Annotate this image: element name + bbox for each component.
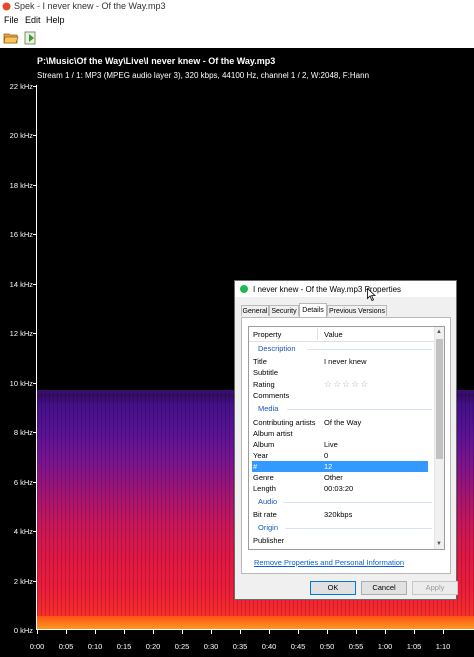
x-axis-label: 0:10 (87, 642, 103, 651)
dialog-titlebar[interactable]: I never knew - Of the Way.mp3 Properties (235, 281, 456, 297)
stream-info: Stream 1 / 1: MP3 (MPEG audio layer 3), … (37, 71, 370, 80)
x-axis-label: 0:00 (29, 642, 45, 651)
list-header: Property Value (249, 327, 436, 342)
section-description: Description (258, 344, 296, 353)
dialog-title: I never knew - Of the Way.mp3 Properties (253, 285, 402, 294)
column-value[interactable]: Value (324, 330, 343, 339)
list-item[interactable]: Length 00:03:20 (249, 483, 436, 494)
mouse-cursor-icon (367, 288, 376, 301)
cancel-button[interactable]: Cancel (361, 581, 407, 595)
y-axis-label: 10 kHz (9, 379, 33, 388)
scroll-up-icon[interactable]: ▲ (436, 329, 442, 335)
menu-file[interactable]: File (4, 15, 19, 25)
x-axis-label: 1:00 (377, 642, 393, 651)
list-item[interactable]: Genre Other (249, 472, 436, 483)
y-axis-label: 2 kHz (13, 577, 33, 586)
x-axis-label: 0:25 (174, 642, 190, 651)
ok-button[interactable]: OK (310, 581, 356, 595)
x-axis-label: 0:20 (145, 642, 161, 651)
y-axis-label: 8 kHz (13, 428, 33, 437)
details-panel: Property Value Description Title I never … (241, 317, 451, 574)
x-axis-label: 0:15 (116, 642, 132, 651)
y-axis-label: 4 kHz (13, 527, 33, 536)
list-item[interactable]: Bit rate 320kbps (249, 509, 436, 520)
y-axis-label: 22 kHz (9, 82, 33, 91)
y-axis-label: 18 kHz (9, 181, 33, 190)
folder-open-icon[interactable] (3, 30, 19, 45)
remove-properties-link[interactable]: Remove Properties and Personal Informati… (254, 558, 404, 567)
menu-help[interactable]: Help (46, 15, 65, 25)
x-axis-label: 0:40 (261, 642, 277, 651)
properties-dialog: I never knew - Of the Way.mp3 Properties… (234, 280, 458, 600)
menu-bar: File Edit Help (0, 13, 474, 27)
list-item[interactable]: Comments (249, 390, 436, 401)
toolbar (0, 27, 474, 49)
x-axis-label: 0:50 (319, 642, 335, 651)
tab-details[interactable]: Details (299, 303, 327, 317)
x-axis-label: 0:45 (290, 642, 306, 651)
list-item[interactable]: Publisher (249, 535, 436, 546)
column-property[interactable]: Property (253, 330, 281, 339)
x-axis-label: 0:55 (348, 642, 364, 651)
section-audio: Audio (258, 497, 278, 506)
section-media: Media (258, 404, 279, 413)
window-titlebar: Spek - I never knew - Of the Way.mp3 (0, 0, 474, 13)
spotify-file-icon (240, 285, 248, 293)
spek-app-icon (2, 2, 11, 11)
list-item[interactable]: Subtitle (249, 367, 436, 378)
list-item[interactable]: Rating ☆☆☆☆☆ (249, 379, 436, 390)
list-item[interactable]: Album artist (249, 428, 436, 439)
section-origin: Origin (258, 523, 279, 532)
list-item-selected[interactable]: #12 (252, 461, 428, 472)
y-axis-label: 14 kHz (9, 280, 33, 289)
list-item[interactable]: Year 0 (249, 450, 436, 461)
y-axis-label: 12 kHz (9, 329, 33, 338)
list-item[interactable]: Album Live (249, 439, 436, 450)
x-axis-label: 0:05 (58, 642, 74, 651)
x-axis-label: 0:30 (203, 642, 219, 651)
list-item[interactable]: Title I never knew (249, 356, 436, 367)
list-item[interactable]: Contributing artists Of the Way (249, 417, 436, 428)
y-axis-label: 20 kHz (9, 131, 33, 140)
scrollbar-thumb[interactable] (436, 339, 443, 459)
x-axis-label: 0:35 (232, 642, 248, 651)
file-path: P:\Music\Of the Way\Live\I never knew - … (37, 56, 276, 66)
x-axis-label: 1:05 (406, 642, 422, 651)
y-axis-label: 6 kHz (13, 478, 33, 487)
x-axis-label: 1:10 (435, 642, 451, 651)
scroll-down-icon[interactable]: ▼ (436, 541, 442, 547)
y-axis-label: 0 kHz (13, 626, 33, 635)
y-axis-label: 16 kHz (9, 230, 33, 239)
tab-previous-versions[interactable]: Previous Versions (327, 305, 387, 316)
save-export-icon[interactable] (22, 30, 38, 45)
window-title: Spek - I never knew - Of the Way.mp3 (14, 1, 166, 11)
properties-list[interactable]: Property Value Description Title I never … (248, 326, 445, 550)
menu-edit[interactable]: Edit (25, 15, 41, 25)
rating-stars[interactable]: ☆☆☆☆☆ (324, 379, 369, 390)
apply-button[interactable]: Apply (412, 581, 458, 595)
tab-general[interactable]: General (241, 305, 269, 316)
tab-security[interactable]: Security (269, 305, 299, 316)
list-scrollbar[interactable]: ▲ ▼ (434, 327, 444, 549)
